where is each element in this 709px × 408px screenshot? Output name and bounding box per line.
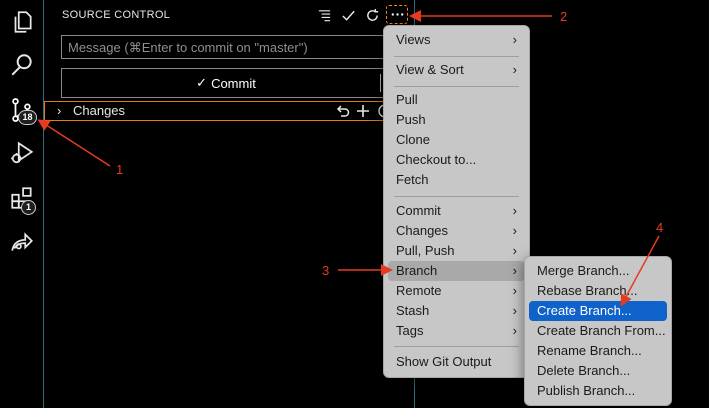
chevron-right-icon: › — [512, 62, 517, 77]
chevron-right-icon: › — [512, 283, 517, 298]
changes-label: Changes — [73, 103, 126, 118]
ellipsis-icon — [391, 13, 403, 16]
remote-share-icon — [10, 232, 33, 251]
submenu-item-rebase-branch[interactable]: Rebase Branch... — [529, 281, 667, 301]
chevron-right-icon: › — [512, 243, 517, 258]
menu-item-changes[interactable]: Changes › — [388, 221, 525, 241]
commit-button[interactable]: ✓ Commit — [61, 68, 391, 98]
check-icon — [341, 10, 355, 21]
commit-check-button[interactable] — [336, 5, 360, 25]
commit-button-label: Commit — [211, 75, 256, 91]
annotation-label-2: 2 — [560, 9, 568, 24]
submenu-item-rename-branch[interactable]: Rename Branch... — [529, 341, 667, 361]
submenu-item-delete-branch[interactable]: Delete Branch... — [529, 361, 667, 381]
source-control-panel: SOURCE CONTROL ✓ Commit › Ch — [44, 0, 415, 408]
menu-item-branch[interactable]: Branch › — [388, 261, 525, 281]
remote-share-button[interactable] — [0, 220, 43, 264]
discard-changes-icon[interactable] — [335, 103, 351, 119]
submenu-item-create-branch-from[interactable]: Create Branch From... — [529, 321, 667, 341]
run-debug-icon — [10, 141, 33, 164]
commit-message-input[interactable] — [61, 35, 391, 59]
menu-item-checkout[interactable]: Checkout to... — [388, 150, 525, 170]
more-actions-button[interactable] — [386, 5, 408, 24]
chevron-right-icon: › — [512, 223, 517, 238]
menu-item-view-sort[interactable]: View & Sort › — [388, 60, 525, 80]
menu-item-show-git-output[interactable]: Show Git Output — [388, 352, 525, 372]
menu-separator — [394, 196, 519, 197]
chevron-right-icon: › — [57, 103, 62, 118]
source-control-button[interactable]: 18 — [0, 88, 43, 132]
more-actions-menu: Views › View & Sort › Pull Push Clone Chec… — [383, 25, 530, 378]
submenu-item-publish-branch[interactable]: Publish Branch... — [529, 381, 667, 401]
menu-separator — [394, 56, 519, 57]
chevron-right-icon: › — [512, 323, 517, 338]
chevron-right-icon: › — [512, 32, 517, 47]
panel-title: SOURCE CONTROL — [62, 9, 171, 21]
menu-separator — [394, 86, 519, 87]
files-icon — [14, 11, 32, 33]
menu-item-tags[interactable]: Tags › — [388, 321, 525, 341]
menu-item-commit[interactable]: Commit › — [388, 201, 525, 221]
search-button[interactable] — [0, 43, 43, 87]
changes-section-header[interactable]: › Changes — [44, 101, 413, 121]
panel-toolbar — [312, 5, 408, 25]
menu-item-fetch[interactable]: Fetch — [388, 170, 525, 190]
menu-item-stash[interactable]: Stash › — [388, 301, 525, 321]
menu-item-push[interactable]: Push — [388, 110, 525, 130]
submenu-item-merge-branch[interactable]: Merge Branch... — [529, 261, 667, 281]
extensions-button[interactable]: 1 — [0, 176, 43, 220]
menu-item-pull[interactable]: Pull — [388, 90, 525, 110]
refresh-icon — [366, 8, 378, 21]
submenu-item-create-branch[interactable]: Create Branch... — [529, 301, 667, 321]
branch-submenu: Merge Branch... Rebase Branch... Create … — [524, 256, 672, 406]
menu-item-views[interactable]: Views › — [388, 30, 525, 50]
chevron-right-icon: › — [512, 303, 517, 318]
menu-item-remote[interactable]: Remote › — [388, 281, 525, 301]
refresh-button[interactable] — [360, 5, 384, 25]
menu-separator — [394, 346, 519, 347]
annotation-label-3: 3 — [322, 263, 330, 278]
run-debug-button[interactable] — [0, 131, 43, 175]
menu-item-clone[interactable]: Clone — [388, 130, 525, 150]
commit-check-glyph: ✓ — [196, 75, 208, 90]
view-as-tree-button[interactable] — [312, 5, 336, 25]
source-control-badge: 18 — [18, 110, 37, 125]
annotation-label-1: 1 — [116, 162, 124, 177]
extensions-badge: 1 — [21, 200, 36, 215]
activity-bar: 18 1 — [0, 0, 44, 408]
menu-item-pull-push[interactable]: Pull, Push › — [388, 241, 525, 261]
annotation-label-4: 4 — [656, 220, 664, 235]
stage-all-plus-icon[interactable] — [355, 103, 371, 119]
chevron-right-icon: › — [512, 203, 517, 218]
explorer-button[interactable] — [0, 0, 43, 44]
commit-split-divider — [380, 74, 381, 92]
chevron-right-icon: › — [512, 263, 517, 278]
list-tree-icon — [318, 9, 330, 21]
search-icon — [11, 54, 32, 76]
